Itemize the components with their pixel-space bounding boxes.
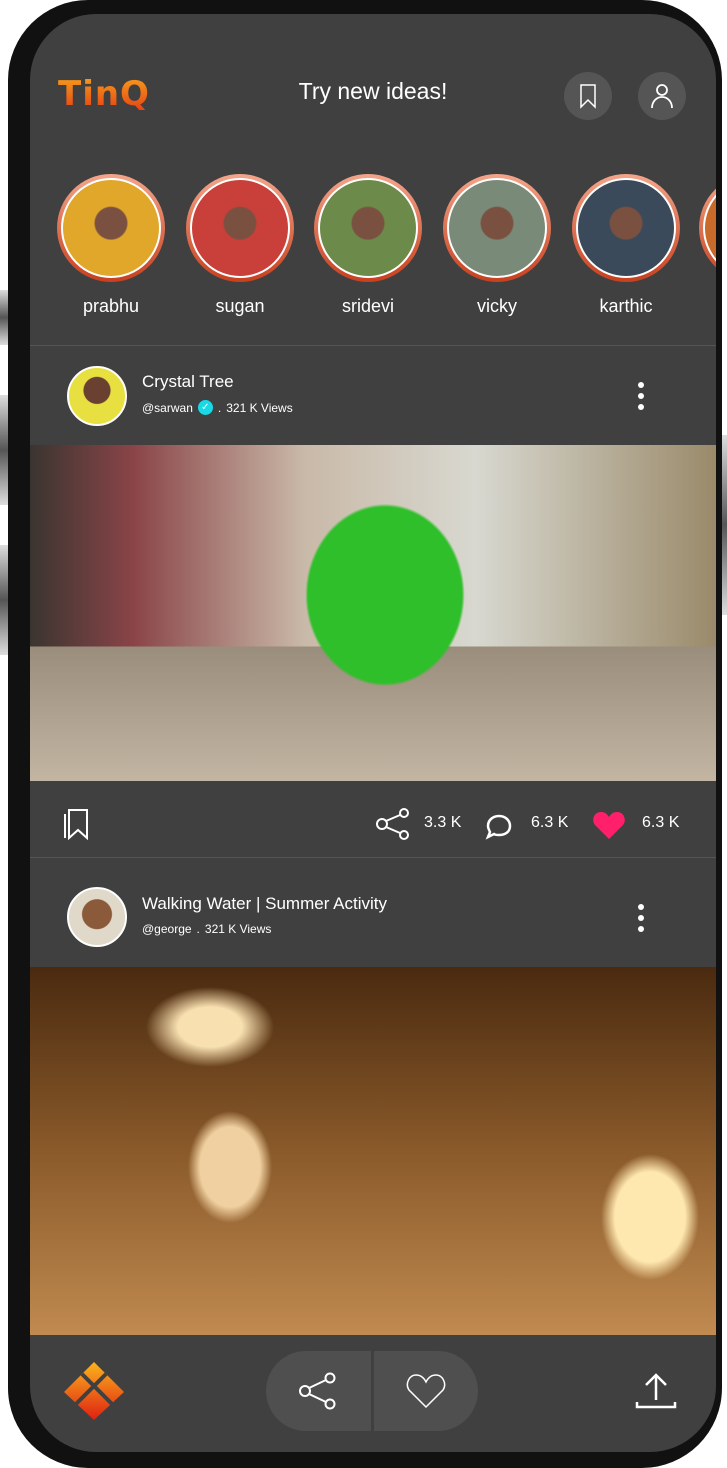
divider	[30, 857, 716, 858]
post-image-crystal-tree[interactable]	[30, 445, 716, 781]
share-count: 3.3 K	[424, 814, 462, 831]
divider	[30, 345, 716, 346]
story-ring	[443, 174, 551, 282]
profile-button[interactable]	[638, 72, 686, 120]
story-ring	[314, 174, 422, 282]
like-button[interactable]	[374, 1351, 479, 1431]
upload-icon	[635, 1373, 677, 1409]
story-ring	[572, 174, 680, 282]
story-item[interactable]: karthic	[571, 174, 681, 317]
bookmark-icon	[580, 84, 596, 109]
post-username[interactable]: @sarwan	[142, 401, 193, 415]
side-button	[0, 290, 8, 345]
share-button[interactable]	[266, 1351, 374, 1431]
app-logo-icon	[64, 1362, 124, 1420]
post-views: 321 K Views	[226, 400, 293, 415]
story-ring	[57, 174, 165, 282]
side-button	[0, 395, 8, 505]
meta-separator: .	[217, 400, 222, 415]
heart-filled-icon	[593, 812, 625, 839]
story-item[interactable]: sridevi	[313, 174, 423, 317]
verified-icon: ✓	[197, 400, 213, 415]
post-meta: @george . 321 K Views	[142, 922, 271, 936]
page-title: Try new ideas!	[298, 78, 448, 104]
story-name: karthic	[599, 296, 653, 316]
share-button[interactable]	[376, 808, 410, 844]
story-avatar	[61, 178, 161, 278]
comments-icon	[485, 814, 512, 840]
post-meta: @sarwan ✓ . 321 K Views	[142, 400, 293, 415]
bookmarks-button[interactable]	[564, 72, 612, 120]
share-icon	[376, 808, 409, 840]
like-count: 6.3 K	[642, 814, 680, 831]
post-username[interactable]: @george	[142, 922, 192, 936]
bookmark-icon	[64, 809, 88, 841]
story-ring	[186, 174, 294, 282]
like-button[interactable]	[592, 810, 626, 844]
story-name: vicky	[477, 296, 517, 316]
share-icon	[299, 1372, 336, 1410]
story-item[interactable]: vicky	[442, 174, 552, 317]
meta-separator: .	[196, 922, 200, 936]
post-title[interactable]: Crystal Tree	[142, 372, 234, 392]
phone-frame: TinQ Try new ideas! prabhu sugan sridevi vi…	[8, 0, 722, 1468]
side-button	[0, 545, 8, 655]
post-image-walking-water[interactable]	[30, 967, 716, 1335]
screen: TinQ Try new ideas! prabhu sugan sridevi vi…	[30, 14, 716, 1452]
story-name: sridevi	[341, 296, 394, 316]
avatar[interactable]	[67, 887, 127, 947]
story-avatar	[447, 178, 547, 278]
more-options-button[interactable]	[636, 904, 646, 932]
story-item[interactable]: sugan	[185, 174, 295, 317]
more-options-button[interactable]	[636, 382, 646, 410]
user-icon	[651, 84, 673, 109]
story-name: sugan	[215, 296, 265, 316]
comment-count: 6.3 K	[531, 814, 569, 831]
story-avatar	[190, 178, 290, 278]
save-post-button[interactable]	[62, 808, 90, 844]
upload-button[interactable]	[634, 1372, 678, 1416]
story-partial[interactable]	[698, 174, 716, 282]
action-pill	[266, 1351, 478, 1431]
story-name: prabhu	[82, 296, 140, 316]
comment-button[interactable]	[484, 810, 516, 844]
post-title[interactable]: Walking Water | Summer Activity	[142, 894, 387, 914]
story-item[interactable]: prabhu	[56, 174, 166, 317]
post-views: 321 K Views	[204, 922, 272, 936]
avatar[interactable]	[67, 366, 127, 426]
story-avatar	[318, 178, 418, 278]
home-button[interactable]	[62, 1360, 126, 1426]
story-avatar	[576, 178, 676, 278]
heart-icon	[406, 1374, 446, 1409]
